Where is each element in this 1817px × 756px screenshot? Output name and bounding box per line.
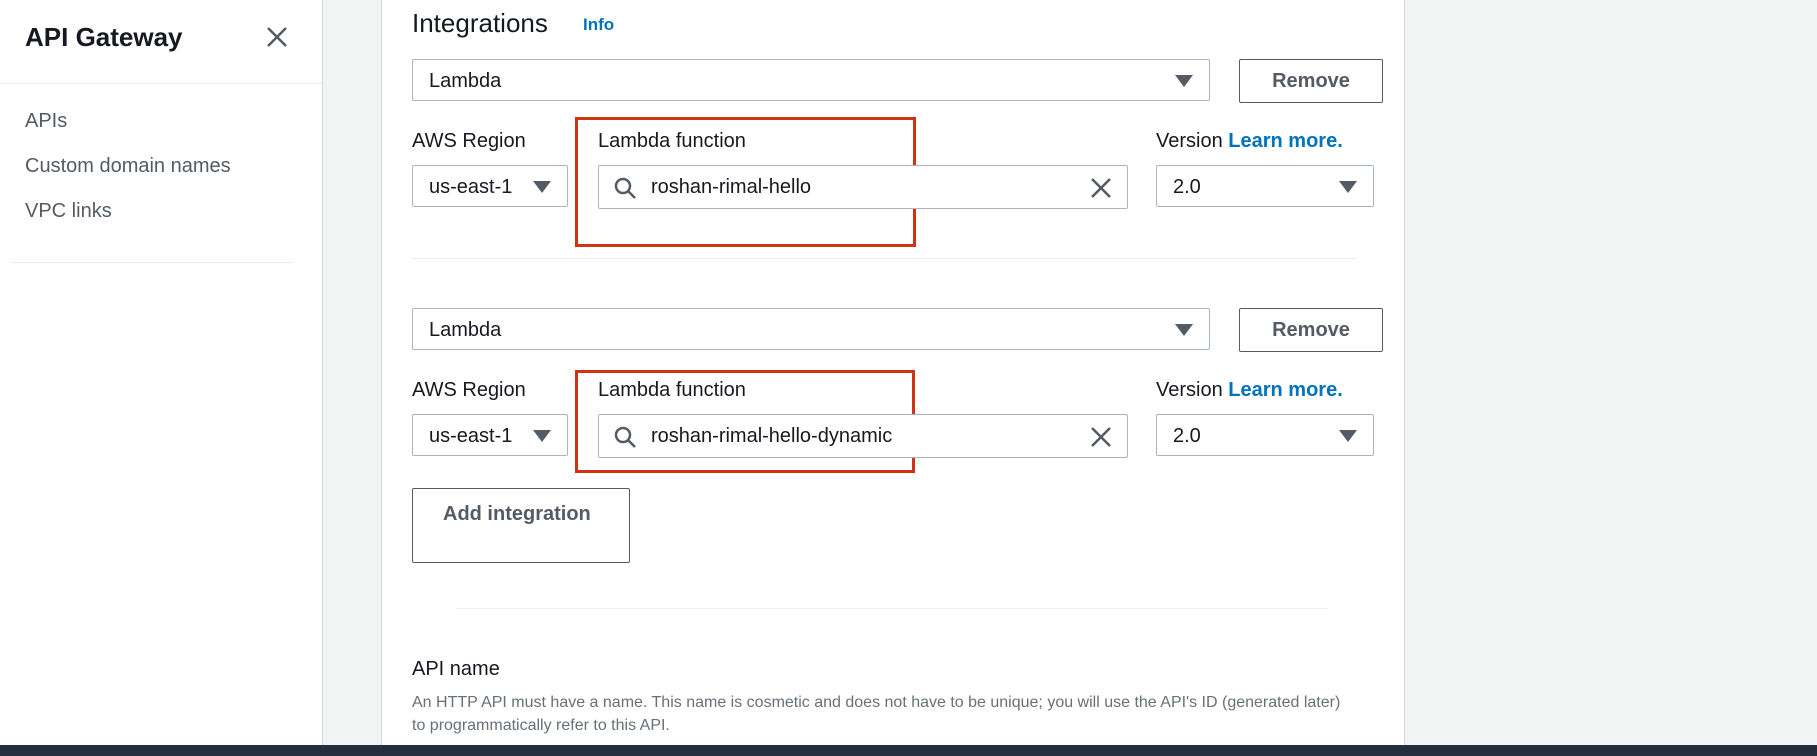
lambda-function-label: Lambda function (598, 379, 746, 401)
sidebar-divider (10, 262, 294, 263)
api-name-label: API name (412, 658, 500, 680)
caret-down-icon (533, 181, 551, 193)
integrations-panel: Integrations Info Lambda Remove AWS Regi… (381, 0, 1405, 745)
caret-down-icon (533, 430, 551, 442)
lambda-function-label: Lambda function (598, 130, 746, 152)
info-link[interactable]: Info (583, 15, 614, 35)
aws-region-select[interactable]: us-east-1 (412, 165, 568, 207)
version-select[interactable]: 2.0 (1156, 414, 1374, 456)
integration-type-select[interactable]: Lambda (412, 59, 1210, 101)
integration-type-value: Lambda (429, 70, 502, 92)
integrations-title: Integrations (412, 8, 548, 38)
lambda-function-input[interactable]: roshan-rimal-hello-dynamic (598, 414, 1128, 458)
version-label: Version Learn more. (1156, 379, 1343, 402)
sidebar-item-vpc-links[interactable]: VPC links (25, 200, 112, 223)
lambda-function-value: roshan-rimal-hello-dynamic (651, 425, 893, 447)
row-divider (412, 258, 1356, 259)
aws-region-value: us-east-1 (429, 425, 513, 447)
aws-region-value: us-east-1 (429, 176, 513, 198)
clear-icon[interactable] (1089, 176, 1113, 200)
aws-region-label: AWS Region (412, 130, 526, 152)
add-integration-label: Add integration (443, 503, 591, 525)
sidebar: API Gateway APIs Custom domain names VPC… (0, 0, 323, 745)
learn-more-link[interactable]: Learn more. (1228, 379, 1342, 401)
integration-type-value: Lambda (429, 319, 502, 341)
clear-icon[interactable] (1089, 425, 1113, 449)
remove-button[interactable]: Remove (1239, 59, 1383, 103)
caret-down-icon (1339, 181, 1357, 193)
version-label: Version Learn more. (1156, 130, 1343, 153)
remove-button[interactable]: Remove (1239, 308, 1383, 352)
close-icon[interactable] (262, 22, 292, 52)
learn-more-link[interactable]: Learn more. (1228, 130, 1342, 152)
lambda-function-value: roshan-rimal-hello (651, 176, 812, 198)
sidebar-item-custom-domain-names[interactable]: Custom domain names (25, 155, 231, 178)
api-name-description: An HTTP API must have a name. This name … (412, 694, 1341, 734)
version-value: 2.0 (1173, 176, 1201, 198)
caret-down-icon (1175, 75, 1193, 87)
add-integration-button[interactable]: Add integration (412, 488, 630, 563)
version-label-text: Version (1156, 379, 1223, 401)
caret-down-icon (1339, 430, 1357, 442)
search-icon (613, 425, 637, 449)
search-icon (613, 176, 637, 200)
sidebar-title: API Gateway (25, 22, 183, 52)
lambda-function-input[interactable]: roshan-rimal-hello (598, 165, 1128, 209)
sidebar-item-apis[interactable]: APIs (25, 110, 67, 133)
bottom-bar (0, 745, 1817, 756)
version-select[interactable]: 2.0 (1156, 165, 1374, 207)
caret-down-icon (1175, 324, 1193, 336)
aws-region-label: AWS Region (412, 379, 526, 401)
aws-region-select[interactable]: us-east-1 (412, 414, 568, 456)
section-divider (456, 608, 1328, 609)
version-label-text: Version (1156, 130, 1223, 152)
integration-type-select[interactable]: Lambda (412, 308, 1210, 350)
version-value: 2.0 (1173, 425, 1201, 447)
sidebar-header: API Gateway (0, 0, 322, 84)
